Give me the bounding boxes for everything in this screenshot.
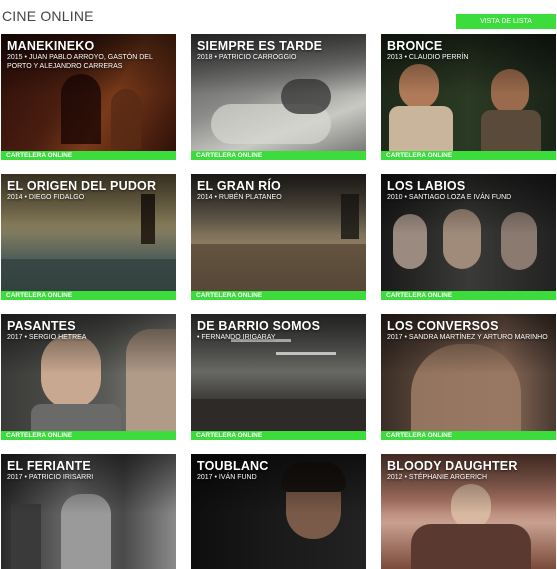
film-card-el-feriante[interactable]: EL FERIANTE 2017 • PATRICIO IRISARRI: [1, 454, 176, 569]
cartelera-badge: CARTELERA ONLINE: [381, 431, 556, 440]
film-title: PASANTES: [7, 319, 76, 333]
film-meta: 2017 • SERGIO HETREA: [7, 334, 87, 341]
film-title: BLOODY DAUGHTER: [387, 459, 518, 473]
film-card-manekineko[interactable]: MANEKINEKO 2015 • JUAN PABLO ARROYO, GAS…: [1, 34, 176, 160]
cartelera-badge: CARTELERA ONLINE: [191, 431, 366, 440]
film-title: EL GRAN RÍO: [197, 179, 281, 193]
cartelera-badge: CARTELERA ONLINE: [381, 291, 556, 300]
film-title: EL ORIGEN DEL PUDOR: [7, 179, 157, 193]
film-title: MANEKINEKO: [7, 39, 95, 53]
film-card-bloody-daughter[interactable]: BLOODY DAUGHTER 2012 • STÉPHANIE ARGERIC…: [381, 454, 556, 569]
film-meta: 2010 • SANTIAGO LOZA E IVÁN FUND: [387, 194, 512, 201]
film-meta: 2014 • RUBÉN PLATANEO: [197, 194, 282, 201]
film-title: LOS CONVERSOS: [387, 319, 499, 333]
film-card-los-conversos[interactable]: LOS CONVERSOS 2017 • SANDRA MARTÍNEZ Y A…: [381, 314, 556, 440]
film-card-toublanc[interactable]: TOUBLANC 2017 • IVÁN FUND: [191, 454, 366, 569]
cartelera-badge: CARTELERA ONLINE: [191, 151, 366, 160]
film-meta: 2017 • PATRICIO IRISARRI: [7, 474, 94, 481]
film-card-el-gran-rio[interactable]: EL GRAN RÍO 2014 • RUBÉN PLATANEO CARTEL…: [191, 174, 366, 300]
film-meta: 2012 • STÉPHANIE ARGERICH: [387, 474, 488, 481]
cartelera-badge: CARTELERA ONLINE: [1, 291, 176, 300]
film-title: TOUBLANC: [197, 459, 269, 473]
cartelera-badge: CARTELERA ONLINE: [1, 151, 176, 160]
film-card-siempre-es-tarde[interactable]: SIEMPRE ES TARDE 2018 • PATRICIO CARROGG…: [191, 34, 366, 160]
cartelera-badge: CARTELERA ONLINE: [191, 291, 366, 300]
section-title: CINE ONLINE: [2, 8, 94, 24]
film-meta: 2017 • SANDRA MARTÍNEZ Y ARTURO MARINHO: [387, 334, 548, 341]
film-card-de-barrio-somos[interactable]: DE BARRIO SOMOS • FERNANDO IRIGARAY CART…: [191, 314, 366, 440]
film-meta: • FERNANDO IRIGARAY: [197, 334, 276, 341]
film-title: DE BARRIO SOMOS: [197, 319, 321, 333]
film-meta: 2013 • CLAUDIO PERRÍN: [387, 54, 469, 61]
film-title: BRONCE: [387, 39, 443, 53]
film-meta: 2014 • DIEGO FIDALGO: [7, 194, 85, 201]
film-meta: 2015 • JUAN PABLO ARROYO, GASTÓN DEL POR…: [7, 54, 153, 70]
list-view-button[interactable]: VISTA DE LISTA: [456, 14, 556, 29]
cartelera-badge: CARTELERA ONLINE: [381, 151, 556, 160]
film-meta: 2018 • PATRICIO CARROGGIO: [197, 54, 297, 61]
film-title: EL FERIANTE: [7, 459, 91, 473]
cartelera-badge: CARTELERA ONLINE: [1, 431, 176, 440]
film-card-bronce[interactable]: BRONCE 2013 • CLAUDIO PERRÍN CARTELERA O…: [381, 34, 556, 160]
film-card-los-labios[interactable]: LOS LABIOS 2010 • SANTIAGO LOZA E IVÁN F…: [381, 174, 556, 300]
film-meta: 2017 • IVÁN FUND: [197, 474, 257, 481]
film-title: SIEMPRE ES TARDE: [197, 39, 323, 53]
film-card-el-origen-del-pudor[interactable]: EL ORIGEN DEL PUDOR 2014 • DIEGO FIDALGO…: [1, 174, 176, 300]
film-title: LOS LABIOS: [387, 179, 466, 193]
film-card-pasantes[interactable]: PASANTES 2017 • SERGIO HETREA CARTELERA …: [1, 314, 176, 440]
